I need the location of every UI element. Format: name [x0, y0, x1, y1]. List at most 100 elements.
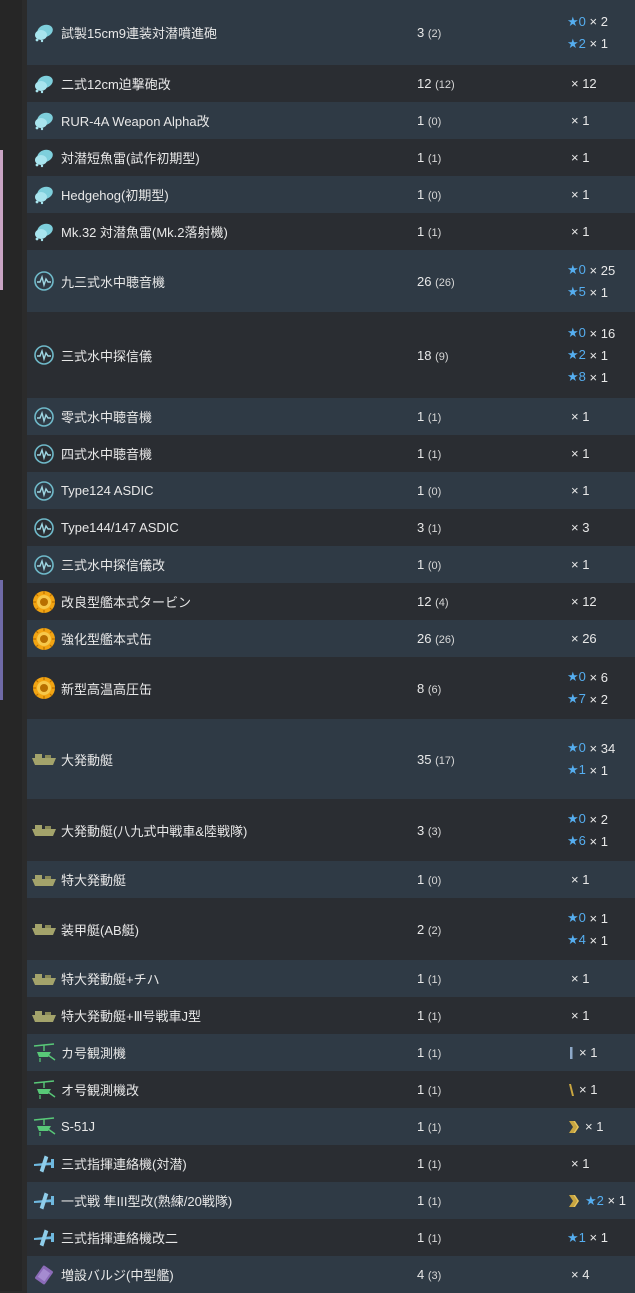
equipment-name: 対潜短魚雷(試作初期型): [61, 151, 200, 166]
table-row[interactable]: Mk.32 対潜魚雷(Mk.2落射機) 1 (1) × 1: [27, 213, 635, 250]
table-row[interactable]: 一式戦 隼III型改(熟練/20戦隊) 1 (1) ★2 × 1: [27, 1182, 635, 1219]
autogyro-icon: [27, 1116, 61, 1138]
total-count: 1: [417, 483, 425, 498]
sonar-icon: [27, 406, 61, 428]
equipment-count: 1 (1): [417, 1082, 567, 1097]
improvement-list: × 1: [567, 1119, 635, 1135]
landing-craft-icon: [27, 1009, 61, 1023]
unlocked-count: (1): [427, 449, 442, 461]
table-row[interactable]: S-51J 1 (1) × 1: [27, 1108, 635, 1145]
improvement-quantity: × 25: [589, 262, 616, 278]
equipment-name: 大発動艇(八九式中戦車&陸戦隊): [61, 823, 248, 839]
improvement-list: ★0 × 1 ★4 × 1: [567, 910, 635, 948]
unlocked-count: (26): [435, 276, 455, 289]
improvement-star-level: ★1: [567, 762, 586, 777]
improvement-entry: × 1: [567, 113, 635, 128]
table-row[interactable]: Hedgehog(初期型) 1 (0) × 1: [27, 176, 635, 213]
autogyro-icon: [27, 1079, 61, 1101]
table-row[interactable]: 三式指揮連絡機改二 1 (1) ★1 × 1: [27, 1219, 635, 1256]
table-row[interactable]: 二式12cm迫撃砲改 12 (12) × 12: [27, 65, 635, 102]
equipment-count: 1 (1): [417, 1193, 567, 1208]
table-row[interactable]: 強化型艦本式缶 26 (26) × 26: [27, 620, 635, 657]
table-row[interactable]: 大発動艇(八九式中戦車&陸戦隊) 3 (3) ★0 × 2 ★6 × 1: [27, 799, 635, 861]
engine-icon: [27, 676, 61, 700]
landing-craft-icon: [27, 823, 61, 837]
equipment-count: 2 (2): [417, 922, 567, 937]
table-row[interactable]: カ号観測機 1 (1) × 1: [27, 1034, 635, 1071]
improvement-list: × 1: [567, 150, 635, 165]
table-row[interactable]: 装甲艇(AB艇) 2 (2) ★0 × 1 ★4 × 1: [27, 898, 635, 960]
table-row[interactable]: 特大発動艇+チハ 1 (1) × 1: [27, 960, 635, 997]
improvement-quantity: × 1: [607, 1193, 626, 1208]
table-row[interactable]: 大発動艇 35 (17) ★0 × 34 ★1 × 1: [27, 719, 635, 799]
improvement-list: × 4: [567, 1267, 635, 1282]
improvement-quantity: × 6: [589, 669, 608, 685]
equipment-name: Type124 ASDIC: [61, 483, 154, 498]
table-row[interactable]: 三式指揮連絡機(対潜) 1 (1) × 1: [27, 1145, 635, 1182]
table-row[interactable]: 改良型艦本式タービン 12 (4) × 12: [27, 583, 635, 620]
total-count: 1: [417, 557, 425, 572]
equipment-name: S-51J: [61, 1119, 95, 1134]
depth-charge-icon: [27, 222, 61, 242]
unlocked-count: (6): [427, 683, 442, 696]
improvement-quantity: × 1: [571, 1156, 590, 1171]
table-row[interactable]: 新型高温高圧缶 8 (6) ★0 × 6 ★7 × 2: [27, 657, 635, 719]
improvement-star-level: ★0: [567, 325, 586, 340]
table-row[interactable]: Type124 ASDIC 1 (0) × 1: [27, 472, 635, 509]
equipment-count: 35 (17): [417, 752, 567, 767]
equipment-name: 装甲艇(AB艇): [61, 922, 140, 938]
total-count: 1: [417, 150, 425, 165]
unlocked-count: (12): [435, 79, 455, 91]
improvement-quantity: × 1: [589, 932, 608, 948]
table-row[interactable]: 特大発動艇+Ⅲ号戦車J型 1 (1) × 1: [27, 997, 635, 1034]
autogyro-icon: [27, 1042, 61, 1064]
table-row[interactable]: 増設バルジ(中型艦) 4 (3) × 4: [27, 1256, 635, 1293]
table-row[interactable]: Type144/147 ASDIC 3 (1) × 3: [27, 509, 635, 546]
improvement-quantity: × 4: [571, 1267, 590, 1282]
improvement-entry: ★2 × 1: [567, 1193, 635, 1209]
table-row[interactable]: 特大発動艇 1 (0) × 1: [27, 861, 635, 898]
improvement-quantity: × 1: [585, 1119, 604, 1134]
table-row[interactable]: RUR-4A Weapon Alpha改 1 (0) × 1: [27, 102, 635, 139]
improvement-star-level: ★0: [567, 262, 586, 277]
improvement-entry: × 26: [567, 631, 635, 646]
improvement-list: ★2 × 1: [567, 1193, 635, 1209]
liaison-plane-icon: [27, 1191, 61, 1211]
unlocked-count: (1): [427, 1122, 442, 1134]
improvement-entry: × 1: [567, 409, 635, 424]
improvement-quantity: × 3: [571, 520, 590, 535]
table-row[interactable]: 試製15cm9連装対潜噴進砲 3 (2) ★0 × 2 ★2 × 1: [27, 0, 635, 65]
table-row[interactable]: 三式水中探信儀改 1 (0) × 1: [27, 546, 635, 583]
sonar-icon: [27, 517, 61, 539]
improvement-entry: ★1 × 1: [567, 762, 635, 778]
total-count: 12: [417, 594, 432, 609]
improvement-list: × 1: [567, 1082, 635, 1098]
improvement-entry: × 1: [567, 1119, 635, 1135]
equipment-count: 1 (0): [417, 187, 567, 202]
table-row[interactable]: 三式水中探信儀 18 (9) ★0 × 16 ★2 × 1 ★8 × 1: [27, 312, 635, 398]
improvement-list: ★0 × 16 ★2 × 1 ★8 × 1: [567, 325, 635, 385]
improvement-entry: × 1: [567, 483, 635, 498]
equipment-count: 1 (1): [417, 446, 567, 461]
table-row[interactable]: オ号観測機改 1 (1) × 1: [27, 1071, 635, 1108]
liaison-plane-icon: [27, 1154, 61, 1174]
improvement-entry: × 1: [567, 557, 635, 572]
table-row[interactable]: 四式水中聴音機 1 (1) × 1: [27, 435, 635, 472]
improvement-star-level: ★2: [567, 35, 586, 51]
improvement-quantity: × 1: [571, 113, 590, 128]
total-count: 4: [417, 1267, 425, 1282]
improvement-entry: ★8 × 1: [567, 369, 635, 385]
improvement-star-level: ★0: [567, 910, 586, 925]
table-row[interactable]: 零式水中聴音機 1 (1) × 1: [27, 398, 635, 435]
table-row[interactable]: 九三式水中聴音機 26 (26) ★0 × 25 ★5 × 1: [27, 250, 635, 312]
improvement-quantity: × 1: [571, 187, 590, 202]
unlocked-count: (1): [427, 1085, 442, 1097]
equipment-count: 26 (26): [417, 274, 567, 289]
improvement-quantity: × 26: [571, 631, 597, 646]
improvement-entry: × 1: [567, 1156, 635, 1171]
improvement-quantity: × 2: [589, 811, 608, 827]
equipment-name: 四式水中聴音機: [61, 447, 153, 462]
equipment-name: 改良型艦本式タービン: [61, 595, 192, 610]
table-row[interactable]: 対潜短魚雷(試作初期型) 1 (1) × 1: [27, 139, 635, 176]
unlocked-count: (0): [427, 116, 442, 128]
